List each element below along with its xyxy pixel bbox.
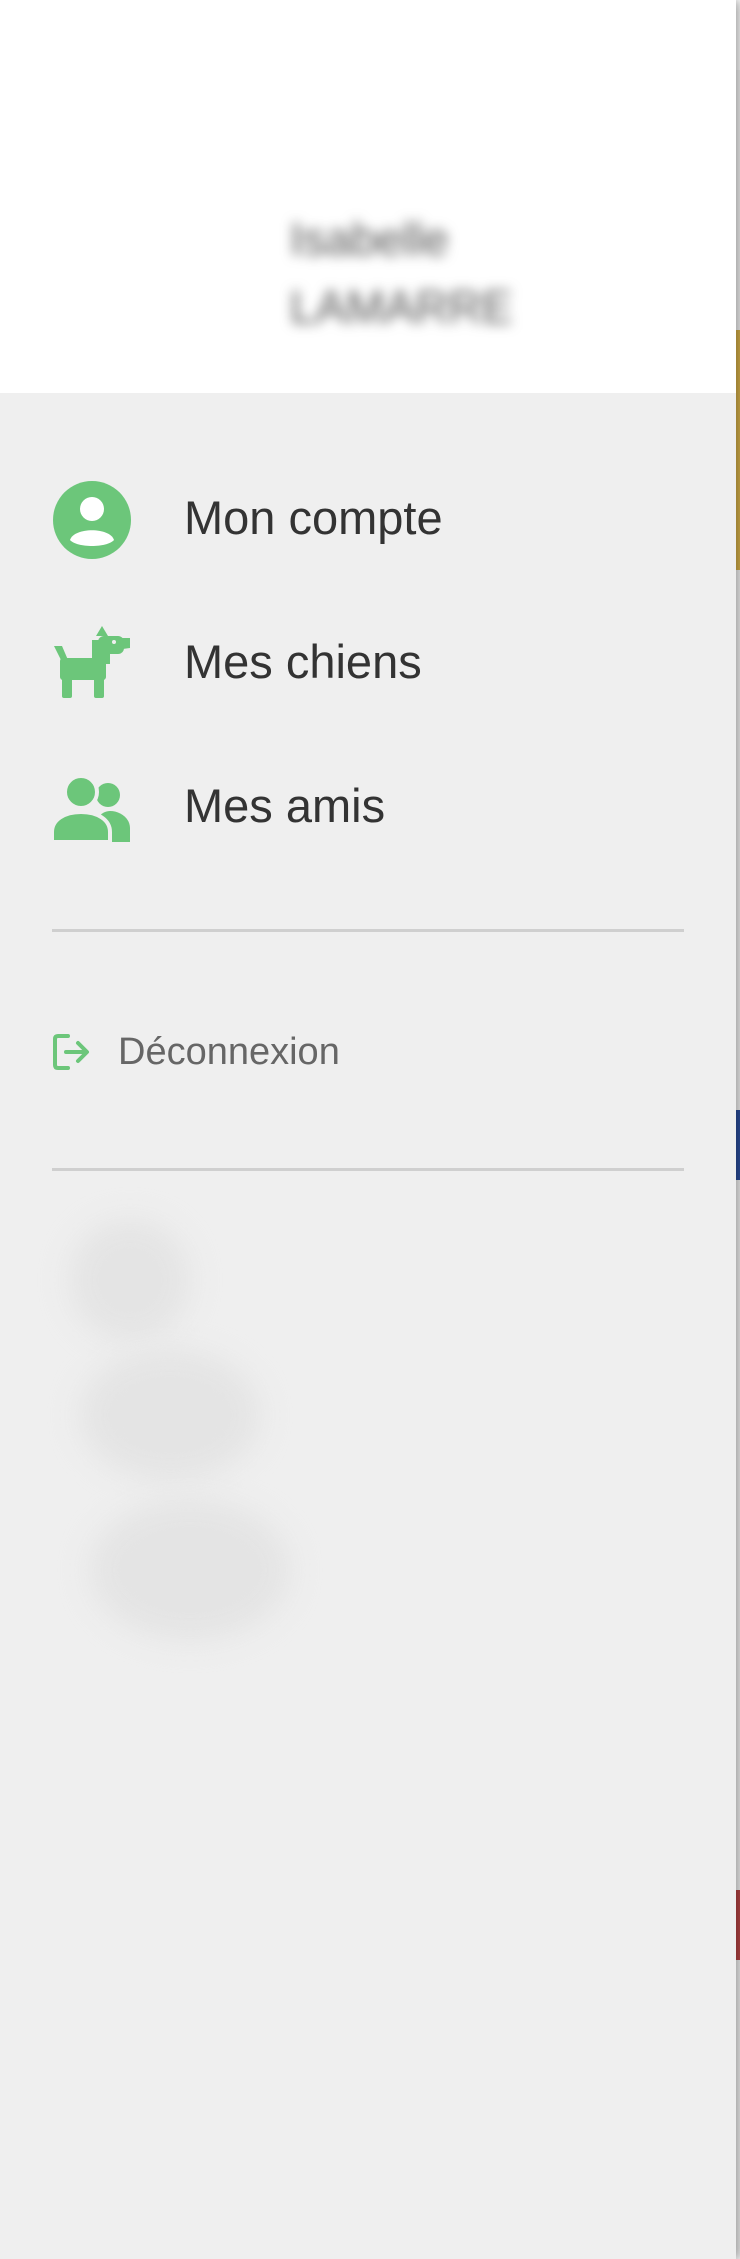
menu-item-label: Mes chiens [184,635,422,688]
dog-icon [52,624,132,704]
user-first-name: Isabelle [290,213,449,265]
friends-icon [50,768,132,848]
drawer-header: Isabelle LAMARRE [0,0,736,393]
blurred-decoration [80,1350,260,1480]
logout-button[interactable]: Déconnexion [0,1010,736,1094]
menu-item-label: Mes amis [184,779,386,832]
menu-item-label: Mon compte [184,491,443,544]
logout-icon [52,1032,92,1072]
blurred-decoration [70,1220,190,1340]
divider [52,1168,684,1171]
divider [52,929,684,932]
menu-item-mes-amis[interactable]: Mes amis [0,746,736,866]
navigation-drawer: Isabelle LAMARRE Mon compte Mes chiens M… [0,0,736,2259]
menu-item-mon-compte[interactable]: Mon compte [0,458,736,578]
menu-item-mes-chiens[interactable]: Mes chiens [0,602,736,722]
blurred-decoration [90,1500,290,1640]
logout-label: Déconnexion [118,1031,340,1073]
user-last-name: LAMARRE [290,281,513,333]
user-name: Isabelle LAMARRE [290,205,590,341]
account-circle-icon [52,480,132,560]
